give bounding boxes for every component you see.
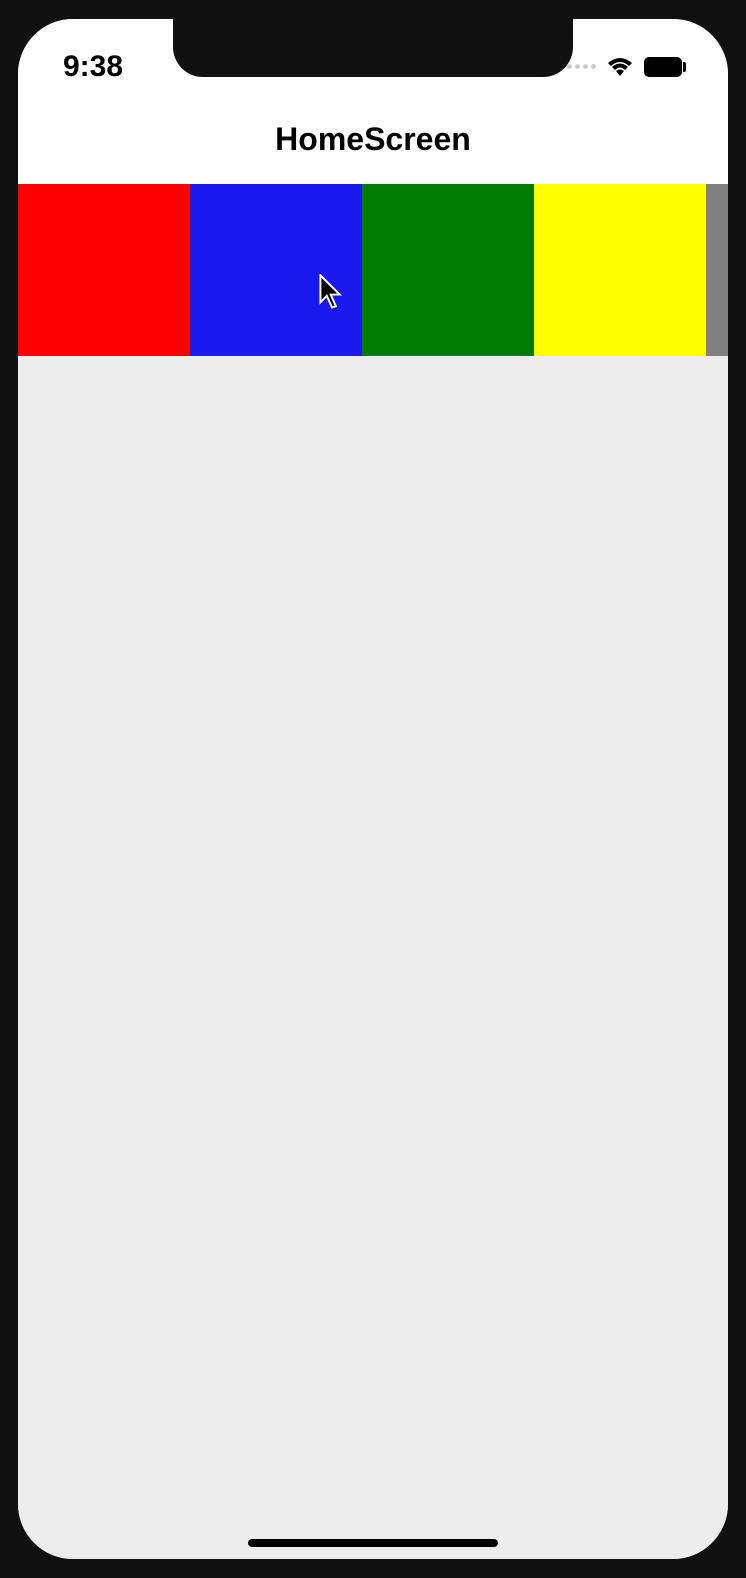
color-tile-blue[interactable] [190,184,362,356]
nav-bar: HomeScreen [18,94,728,184]
color-scroll-row[interactable] [18,184,728,356]
color-tile-gray[interactable] [706,184,728,356]
status-time: 9:38 [63,30,123,84]
cellular-dots-icon [567,64,596,69]
status-right [567,36,688,78]
wifi-icon [606,56,634,78]
screen: 9:38 [18,19,728,1559]
color-tile-red[interactable] [18,184,190,356]
notch [173,19,573,77]
color-tile-green[interactable] [362,184,534,356]
phone-frame: 9:38 [8,9,738,1569]
nav-title: HomeScreen [275,121,471,158]
content-area[interactable] [18,184,728,1559]
battery-icon [644,56,688,78]
home-indicator[interactable] [248,1539,498,1547]
color-tile-yellow[interactable] [534,184,706,356]
